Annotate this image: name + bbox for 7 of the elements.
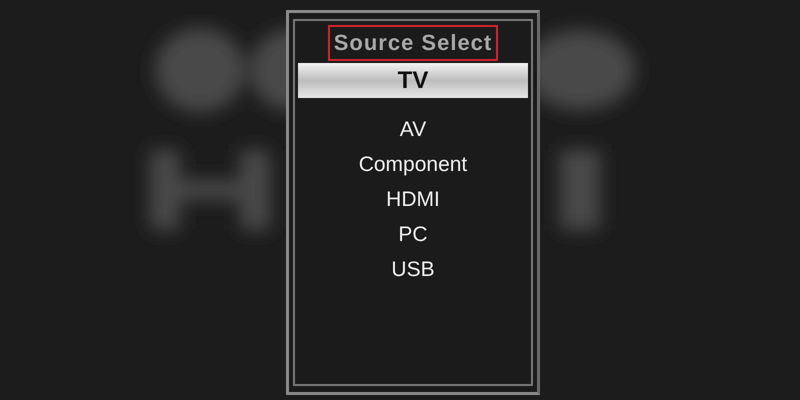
source-option[interactable]: USB (298, 252, 528, 287)
source-option[interactable]: AV (298, 112, 528, 147)
source-option[interactable]: TV (298, 63, 528, 98)
source-option[interactable]: PC (298, 217, 528, 252)
source-option[interactable]: Component (298, 147, 528, 182)
source-option[interactable]: HDMI (298, 182, 528, 217)
menu-title: Source Select (328, 25, 498, 61)
